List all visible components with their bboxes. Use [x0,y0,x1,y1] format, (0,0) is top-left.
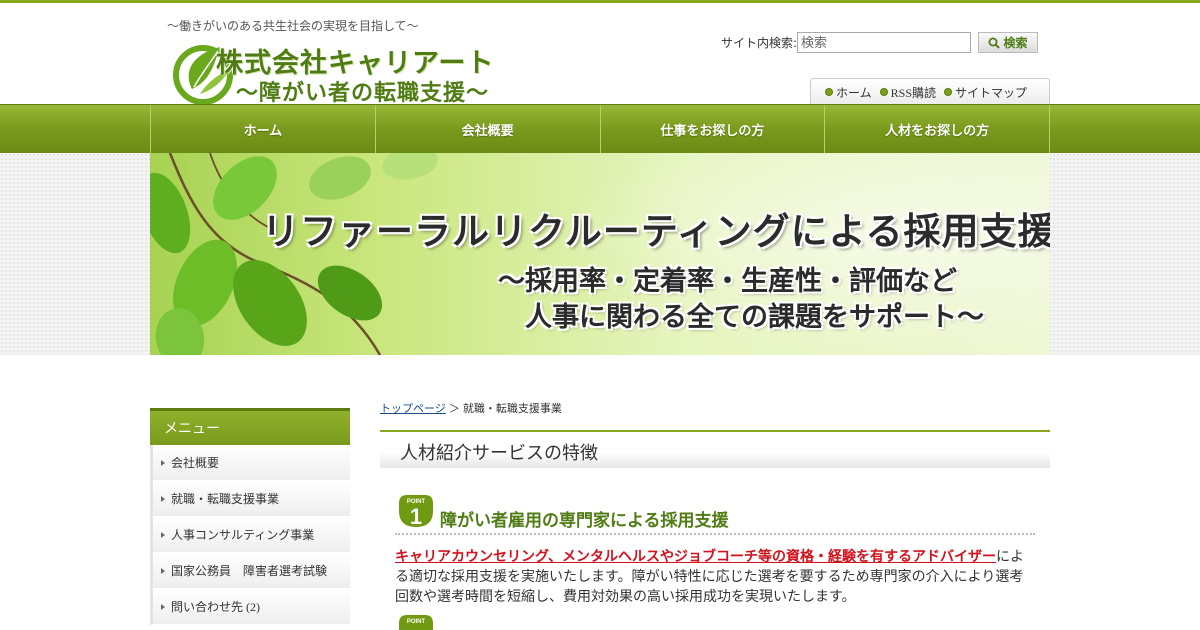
section-title: 人材紹介サービスの特徴 [380,430,1050,468]
sidebar-item-label: 問い合わせ先 (2) [171,600,260,614]
sidebar-item-contact[interactable]: 問い合わせ先 (2) [150,589,350,625]
banner-subtitle-1: ～採用率・定着率・生産性・評価など [498,266,957,297]
utility-links: ホーム RSS購読 サイトマップ [810,78,1050,105]
dotted-divider [395,533,1035,535]
sidebar-item-label: 就職・転職支援事業 [171,492,280,506]
nav-item-company[interactable]: 会社概要 [376,105,601,153]
site-header: ～働きがいのある共生社会の実現を目指して～ 株式会社キャリアート ～障がい者の転… [0,3,1200,107]
sidebar-item-employment-support[interactable]: 就職・転職支援事業 [150,481,350,517]
point-1-badge-number: 1 [410,504,422,529]
util-link-sitemap[interactable]: サイトマップ [944,84,1027,101]
nav-item-employers[interactable]: 人材をお探しの方 [825,105,1050,153]
util-link-label: サイトマップ [955,85,1028,100]
point-1-heading: 障がい者雇用の専門家による採用支援 [440,511,729,531]
triangle-right-icon [161,459,165,466]
sidebar-title: メニュー [150,408,350,445]
search-icon [988,37,1001,49]
breadcrumb-home-link[interactable]: トップページ [380,403,446,415]
banner-title: リファーラルリクルーティングによる採用支援 [262,210,1050,253]
point-1-paragraph: キャリアカウンセリング、メンタルヘルスやジョブコーチ等の資格・経験を有するアドバ… [395,546,1033,606]
global-nav: ホーム 会社概要 仕事をお探しの方 人材をお探しの方 [0,104,1200,153]
search-button-label: 検索 [1003,36,1028,50]
sidebar-item-label: 人事コンサルティング事業 [171,528,315,542]
site-logo[interactable]: 株式会社キャリアート ～障がい者の転職支援～ [170,37,510,107]
sidebar-menu: メニュー 会社概要 就職・転職支援事業 人事コンサルティング事業 国家公務員 障… [150,408,350,630]
hero-banner: リファーラルリクルーティングによる採用支援 ～採用率・定着率・生産性・評価など … [150,153,1050,355]
search-input[interactable] [797,32,971,53]
breadcrumb: トップページ ＞ 就職・転職支援事業 [380,400,562,416]
search-label: サイト内検索: [721,36,798,50]
logo-subtitle: ～障がい者の転職支援～ [236,81,490,106]
breadcrumb-separator: ＞ [448,403,460,415]
sidebar-item-company[interactable]: 会社概要 [150,445,350,481]
point-2-badge-icon: POINT [399,615,433,630]
util-link-label: RSS購読 [890,85,936,100]
util-link-home[interactable]: ホーム [825,84,872,101]
sidebar-item-label: 国家公務員 障害者選考試験 [171,564,328,578]
triangle-right-icon [161,603,165,610]
triangle-right-icon [161,495,165,502]
breadcrumb-current: 就職・転職支援事業 [462,403,562,415]
sidebar-item-hr-consulting[interactable]: 人事コンサルティング事業 [150,517,350,553]
sidebar-item-civil-service-exam[interactable]: 国家公務員 障害者選考試験 [150,553,350,589]
triangle-right-icon [161,531,165,538]
nav-item-job-seekers[interactable]: 仕事をお探しの方 [601,105,826,153]
point-1-badge-icon: POINT 1 [399,495,433,529]
triangle-right-icon [161,567,165,574]
nav-item-home[interactable]: ホーム [151,105,376,153]
site-tagline: ～働きがいのある共生社会の実現を目指して～ [167,19,419,33]
bullet-icon [944,88,952,96]
point-1-highlight: キャリアカウンセリング、メンタルヘルスやジョブコーチ等の資格・経験を有するアドバ… [395,548,997,564]
bullet-icon [879,88,888,96]
util-link-label: ホーム [836,85,872,100]
sidebar-item-label: 会社概要 [171,456,220,470]
point-2-badge-label: POINT [407,619,426,625]
banner-subtitle-2: 人事に関わる全ての課題をサポート～ [525,302,984,333]
search-button[interactable]: 検索 [978,32,1038,53]
util-link-rss[interactable]: RSS購読 [879,84,936,101]
bullet-icon [825,88,833,96]
